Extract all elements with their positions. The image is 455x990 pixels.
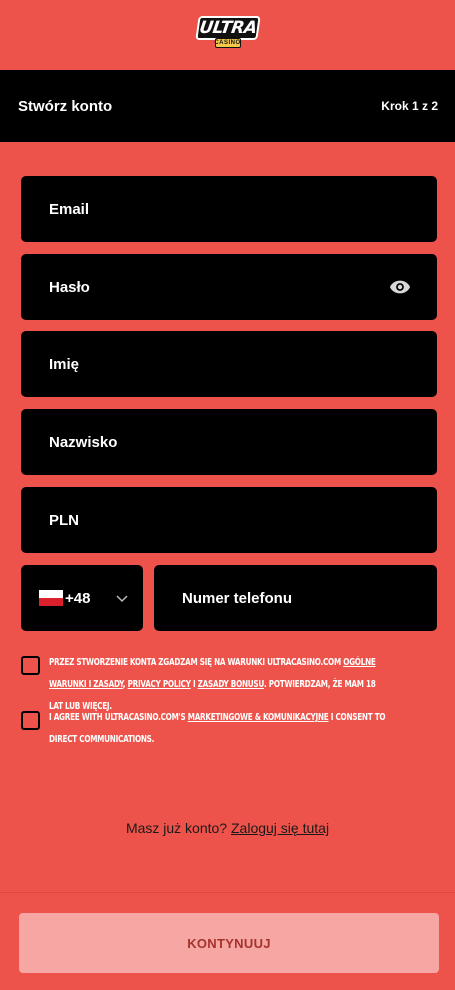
terms-text-1: Przez stworzenie konta zgadzam się na wa…	[49, 657, 344, 668]
last-name-label: Nazwisko	[49, 433, 118, 451]
poland-flag-icon	[39, 590, 63, 606]
first-name-label: Imię	[49, 355, 80, 373]
logo-sub: CASINO	[214, 38, 241, 48]
email-field[interactable]: Email	[21, 176, 437, 242]
ultra-casino-logo[interactable]: ULTRA CASINO	[194, 16, 261, 50]
terms-checkbox[interactable]	[21, 656, 40, 675]
currency-select[interactable]: PLN	[21, 487, 437, 553]
divider	[0, 892, 455, 893]
first-name-field[interactable]: Imię	[21, 331, 437, 397]
privacy-policy-link[interactable]: privacy policy	[128, 679, 191, 690]
eye-icon[interactable]	[389, 279, 411, 295]
login-text: Masz już konto?	[125, 820, 231, 836]
marketing-text: I agree with ultracasino.com's marketing…	[49, 707, 386, 751]
last-name-field[interactable]: Nazwisko	[21, 409, 437, 475]
marketing-checkbox[interactable]	[21, 711, 40, 730]
phone-number-input[interactable]: Numer telefonu	[154, 565, 437, 631]
marketing-link[interactable]: marketingowe & komunikacyjne	[188, 712, 329, 723]
login-link[interactable]: Zaloguj się tutaj	[231, 820, 329, 836]
login-prompt: Masz już konto? Zaloguj się tutaj	[0, 820, 455, 836]
continue-button[interactable]: KONTYNUUJ	[19, 913, 439, 973]
password-field[interactable]: Hasło	[21, 254, 437, 320]
phone-number-placeholder: Numer telefonu	[182, 589, 293, 607]
page-title: Stwórz konto	[18, 97, 113, 115]
bonus-rules-link[interactable]: zasady bonusu	[198, 679, 265, 690]
currency-value: PLN	[49, 511, 79, 529]
form-header: Stwórz konto Krok 1 z 2	[0, 70, 455, 142]
phone-code-select[interactable]: +48	[21, 565, 143, 631]
logo-area: ULTRA CASINO	[0, 0, 455, 70]
email-label: Email	[49, 200, 90, 218]
phone-code-value: +48	[65, 589, 91, 607]
logo-word: ULTRA	[194, 16, 261, 40]
chevron-down-icon	[116, 595, 128, 603]
step-indicator: Krok 1 z 2	[381, 99, 438, 113]
marketing-consent: I agree with ultracasino.com's marketing…	[21, 711, 441, 751]
marketing-text-1: I agree with ultracasino.com's	[49, 712, 188, 723]
terms-text-3: i	[190, 679, 198, 690]
password-label: Hasło	[49, 278, 90, 296]
